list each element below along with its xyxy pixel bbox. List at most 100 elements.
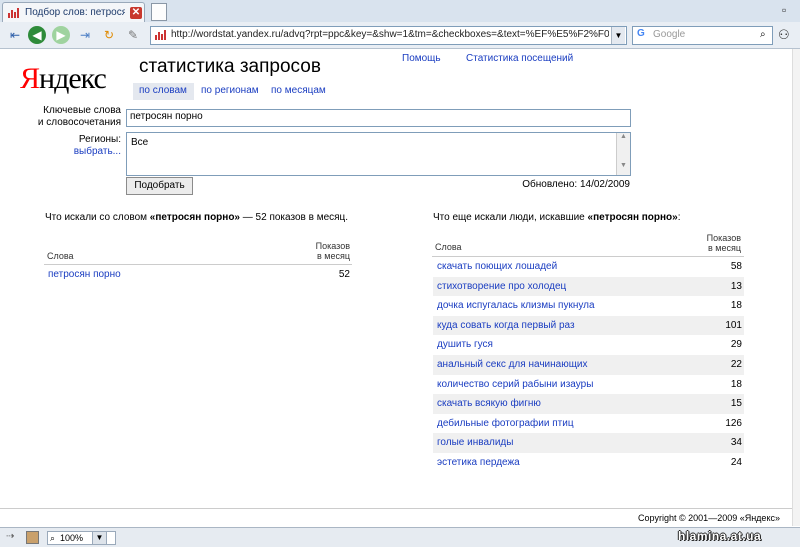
help-link[interactable]: Помощь xyxy=(402,53,441,64)
left-title-pre: Что искали со словом xyxy=(45,212,150,223)
right-col-words: Слова xyxy=(435,242,462,252)
left-col-words: Слова xyxy=(47,251,74,261)
shows-count: 29 xyxy=(730,339,742,351)
zoom-value: 100% xyxy=(60,533,84,543)
keywords-label-line2: и словосочетания xyxy=(37,117,121,128)
zoom-magnifier-icon: ⌕ xyxy=(50,533,56,543)
search-input[interactable]: G Google ⌕ xyxy=(632,26,773,45)
scroll-up-icon[interactable]: ▲ xyxy=(617,133,630,140)
tab-strip: Подбор слов: петросян... ✕ ▫ xyxy=(0,0,800,23)
shows-count: 22 xyxy=(730,359,742,370)
shows-count: 15 xyxy=(730,398,742,410)
table-row: стихотворение про холодец 13 xyxy=(433,277,744,297)
reload-icon[interactable]: ↻ xyxy=(100,26,118,44)
keywords-value: петросян порно xyxy=(130,111,203,122)
url-dropdown-icon[interactable]: ▼ xyxy=(611,27,625,44)
left-col-shows-1: Показов xyxy=(315,241,350,251)
visit-stats-link[interactable]: Статистика посещений xyxy=(466,53,573,64)
watermark: hlamina.at.ua xyxy=(678,529,762,543)
keyword-link[interactable]: скачать всякую фигню xyxy=(437,398,541,409)
wordstat-favicon-icon xyxy=(8,8,19,18)
status-image-icon[interactable] xyxy=(26,531,39,544)
copyright: Copyright © 2001—2009 «Яндекс» xyxy=(638,513,780,523)
right-title-bold: «петросян порно» xyxy=(587,212,678,223)
logo-rest: ндекс xyxy=(39,62,107,95)
url-text: http://wordstat.yandex.ru/advq?rpt=ppc&k… xyxy=(171,29,609,40)
shows-count: 18 xyxy=(730,378,742,390)
shows-count: 101 xyxy=(725,319,742,331)
glasses-icon[interactable]: ⚇ xyxy=(778,27,790,43)
keyword-link[interactable]: душить гуся xyxy=(437,339,493,350)
keyword-link[interactable]: скачать поющих лошадей xyxy=(437,261,557,272)
keyword-link[interactable]: анальный секс для начинающих xyxy=(437,359,588,370)
page-scrollbar[interactable] xyxy=(792,49,800,526)
table-row: количество серий рабыни изауры 18 xyxy=(433,375,744,395)
keyword-link[interactable]: петросян порно xyxy=(48,269,121,280)
keyword-link[interactable]: стихотворение про холодец xyxy=(437,281,566,292)
table-row: голые инвалиды 34 xyxy=(433,433,744,453)
keyword-link[interactable]: дочка испугалась клизмы пукнула xyxy=(437,300,595,311)
left-section-title: Что искали со словом «петросян порно» — … xyxy=(45,212,365,223)
shows-count: 18 xyxy=(730,300,742,312)
shows-count: 34 xyxy=(730,437,742,449)
table-row: петросян порно 52 xyxy=(44,265,352,285)
right-col-shows-2: в месяц xyxy=(707,243,741,253)
shows-count: 13 xyxy=(730,280,742,292)
status-arrow-icon[interactable]: ⇢ xyxy=(6,531,14,542)
right-title-post: : xyxy=(677,212,681,223)
updated-date: Обновлено: 14/02/2009 xyxy=(522,179,630,190)
tab-title: Подбор слов: петросян... xyxy=(25,7,125,18)
keyword-link[interactable]: эстетика пердежа xyxy=(437,457,520,468)
site-icon xyxy=(155,30,166,40)
regions-choose-link[interactable]: выбрать... xyxy=(20,146,121,157)
browser-tab[interactable]: Подбор слов: петросян... ✕ xyxy=(2,2,145,22)
keyword-link[interactable]: количество серий рабыни изауры xyxy=(437,379,593,390)
sidebar-icon[interactable]: ⇤ xyxy=(6,26,24,44)
back-icon[interactable]: ◀ xyxy=(28,26,46,44)
tab-by-months[interactable]: по месяцам xyxy=(271,85,326,96)
regions-scrollbar[interactable]: ▲ ▼ xyxy=(616,133,630,175)
tab-by-regions[interactable]: по регионам xyxy=(201,85,259,96)
yandex-logo[interactable]: Яндекс xyxy=(20,62,107,96)
table-row: скачать поющих лошадей 58 xyxy=(433,257,744,277)
right-title-pre: Что еще искали люди, искавшие xyxy=(433,212,588,223)
shows-count: 24 xyxy=(730,457,742,468)
zoom-dropdown-icon[interactable]: ▼ xyxy=(92,531,107,545)
shows-count: 52 xyxy=(338,269,350,280)
regions-textarea[interactable]: Все ▲ ▼ xyxy=(126,132,631,176)
keyword-link[interactable]: дебильные фотографии птиц xyxy=(437,418,574,429)
edit-icon[interactable]: ✎ xyxy=(124,26,142,44)
regions-value: Все xyxy=(131,137,149,148)
left-title-bold: «петросян порно» xyxy=(149,212,240,223)
tab-by-words[interactable]: по словам xyxy=(139,85,187,96)
right-col-shows-1: Показов xyxy=(706,233,741,243)
home-icon[interactable]: ⇥ xyxy=(76,26,94,44)
table-row: душить гуся 29 xyxy=(433,335,744,355)
window-menu-icon[interactable]: ▫ xyxy=(782,3,794,17)
page-title: статистика запросов xyxy=(139,56,321,77)
left-title-post: — 52 показов в месяц. xyxy=(240,212,349,223)
table-row: дочка испугалась клизмы пукнула 18 xyxy=(433,296,744,316)
address-bar[interactable]: http://wordstat.yandex.ru/advq?rpt=ppc&k… xyxy=(150,26,627,45)
search-magnifier-icon[interactable]: ⌕ xyxy=(760,29,766,40)
submit-button[interactable]: Подобрать xyxy=(126,177,193,195)
keyword-link[interactable]: куда совать когда первый раз xyxy=(437,320,575,331)
forward-icon[interactable]: ▶ xyxy=(52,26,70,44)
keyword-link[interactable]: голые инвалиды xyxy=(437,437,513,448)
keywords-label-line1: Ключевые слова xyxy=(43,105,121,116)
close-tab-icon[interactable]: ✕ xyxy=(130,7,142,19)
table-row: скачать всякую фигню 15 xyxy=(433,394,744,414)
shows-count: 126 xyxy=(725,417,742,429)
keywords-input[interactable]: петросян порно xyxy=(126,109,631,127)
navigation-toolbar: ⇤ ◀ ▶ ⇥ ↻ ✎ http://wordstat.yandex.ru/ad… xyxy=(0,22,800,49)
footer-divider xyxy=(0,508,800,509)
right-section-title: Что еще искали люди, искавшие «петросян … xyxy=(433,212,753,223)
new-tab-icon[interactable] xyxy=(151,3,167,21)
google-icon: G xyxy=(637,28,645,39)
regions-label: Регионы: xyxy=(78,134,121,145)
left-col-shows-2: в месяц xyxy=(316,251,350,261)
shows-count: 58 xyxy=(730,261,742,272)
scroll-down-icon[interactable]: ▼ xyxy=(617,162,630,169)
search-placeholder: Google xyxy=(653,29,686,40)
table-row: дебильные фотографии птиц 126 xyxy=(433,414,744,434)
